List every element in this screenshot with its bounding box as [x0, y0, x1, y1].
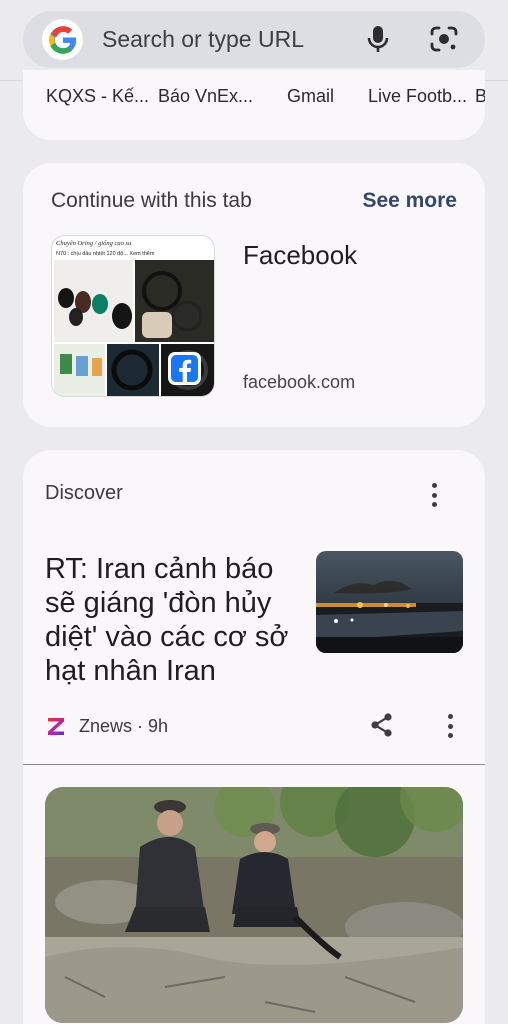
tab-url: facebook.com	[243, 372, 356, 392]
article-source[interactable]: Znews · 9h	[79, 716, 168, 737]
shortcut-partial[interactable]: B	[475, 86, 485, 107]
lens-icon[interactable]	[428, 24, 460, 54]
omnibox[interactable]: Search or type URL	[23, 11, 485, 68]
article-headline[interactable]: RT: Iran cảnh báo sẽ giáng 'đòn hủy diệt…	[45, 552, 300, 688]
article-photo[interactable]	[45, 787, 463, 1023]
tab-title[interactable]: Facebook	[243, 240, 357, 271]
znews-logo-icon	[45, 715, 67, 737]
continue-tab-heading: Continue with this tab	[51, 189, 252, 212]
tab-thumbnail-image: Chuyên Oring / giống cao su N70 : chịu d…	[52, 236, 214, 396]
article-thumbnail[interactable]	[316, 551, 463, 653]
mic-icon[interactable]	[364, 24, 392, 54]
shortcuts-card: KQXS - Kế... Báo VnEx... Gmail Live Foot…	[23, 70, 485, 140]
google-logo-icon	[42, 19, 83, 60]
article-divider	[23, 764, 485, 765]
discover-title: Discover	[45, 482, 123, 504]
tab-thumbnail[interactable]: Chuyên Oring / giống cao su N70 : chịu d…	[51, 235, 215, 397]
shortcut-vnexpress[interactable]: Báo VnEx...	[158, 86, 253, 107]
article-more-vert-icon[interactable]	[438, 711, 462, 741]
shortcut-kqxs[interactable]: KQXS - Kế...	[46, 86, 149, 107]
search-placeholder[interactable]: Search or type URL	[102, 26, 304, 53]
discover-more-vert-icon[interactable]	[422, 480, 446, 510]
share-icon[interactable]	[369, 712, 395, 738]
see-more-link[interactable]: See more	[362, 189, 457, 213]
continue-tab-card: Continue with this tab See more Chuyên O…	[23, 163, 485, 427]
shortcut-live-football[interactable]: Live Footb...	[368, 86, 467, 107]
thumb-caption-2: N70 : chịu dầu nhiệt 120 độ... Xem thêm	[56, 251, 155, 257]
thumb-caption-1: Chuyên Oring / giống cao su	[56, 240, 132, 247]
discover-card: Discover RT: Iran cảnh báo sẽ giáng 'đòn…	[23, 450, 485, 1024]
shortcut-gmail[interactable]: Gmail	[287, 86, 334, 107]
